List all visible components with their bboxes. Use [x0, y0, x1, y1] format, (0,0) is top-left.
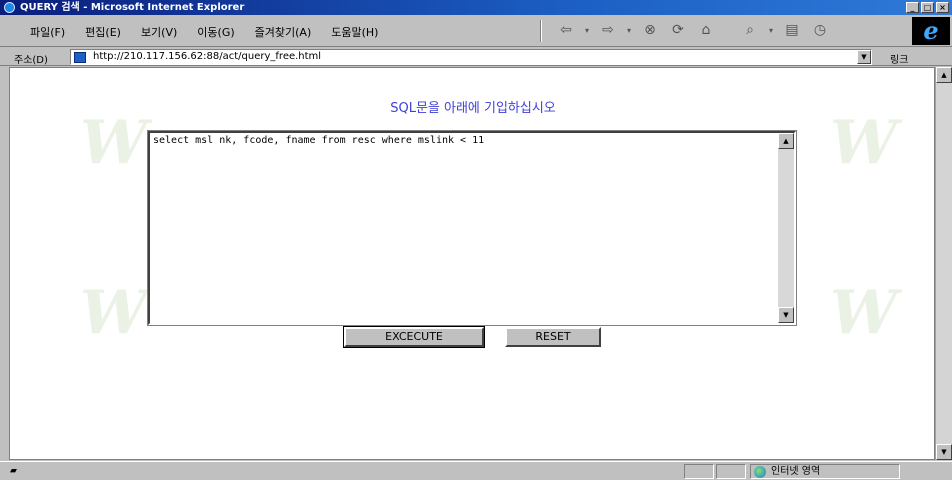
- address-dropdown-icon[interactable]: ▼: [857, 50, 871, 64]
- search-dropdown-icon[interactable]: ▾: [767, 19, 775, 41]
- title-bar: QUERY 검색 - Microsoft Internet Explorer _…: [0, 0, 952, 15]
- ie-logo-icon: e: [912, 17, 950, 45]
- textarea-scrollbar[interactable]: ▲ ▼: [778, 133, 794, 323]
- scroll-up-icon[interactable]: ▲: [778, 133, 794, 149]
- status-panel: [684, 464, 714, 479]
- address-bar: 주소(D) http://210.117.156.62:88/act/query…: [0, 48, 952, 66]
- status-bar: ▰ 인터넷 영역: [0, 461, 952, 480]
- links-button[interactable]: 링크: [890, 51, 908, 66]
- sql-query-text[interactable]: select msl nk, fcode, fname from resc wh…: [153, 135, 484, 146]
- search-icon[interactable]: ⌕: [739, 19, 761, 41]
- minimize-button[interactable]: _: [906, 2, 919, 13]
- watermark-graphic: W: [830, 108, 898, 178]
- stop-icon[interactable]: ⊗: [639, 19, 661, 41]
- refresh-icon[interactable]: ⟳: [667, 19, 689, 41]
- address-input[interactable]: http://210.117.156.62:88/act/query_free.…: [70, 49, 872, 65]
- page-loaded-icon: ▰: [10, 466, 17, 476]
- scroll-down-icon[interactable]: ▼: [936, 444, 952, 460]
- menu-items: 파일(F) 편집(E) 보기(V) 이동(G) 즐겨찾기(A) 도움말(H): [30, 24, 378, 40]
- window-scrollbar[interactable]: ▲ ▼: [935, 67, 952, 460]
- toolbar: ⇦ ▾ ⇨ ▾ ⊗ ⟳ ⌂ ⌕ ▾ ▤ ◷: [555, 19, 831, 41]
- favorites-icon[interactable]: ▤: [781, 19, 803, 41]
- forward-icon[interactable]: ⇨: [597, 19, 619, 41]
- scroll-up-icon[interactable]: ▲: [936, 67, 952, 83]
- menu-help[interactable]: 도움말(H): [331, 24, 378, 40]
- menu-bar: 파일(F) 편집(E) 보기(V) 이동(G) 즐겨찾기(A) 도움말(H) ⇦…: [0, 15, 952, 47]
- close-button[interactable]: ×: [936, 2, 949, 13]
- forward-dropdown-icon[interactable]: ▾: [625, 19, 633, 41]
- toolbar-separator: [540, 20, 542, 42]
- back-dropdown-icon[interactable]: ▾: [583, 19, 591, 41]
- window-title: QUERY 검색 - Microsoft Internet Explorer: [20, 2, 245, 13]
- history-icon[interactable]: ◷: [809, 19, 831, 41]
- scroll-down-icon[interactable]: ▼: [778, 307, 794, 323]
- menu-view[interactable]: 보기(V): [141, 24, 177, 40]
- page-content: W W W W SQL문을 아래에 기입하십시오 select msl nk, …: [9, 67, 935, 460]
- execute-button[interactable]: EXCECUTE: [343, 326, 485, 348]
- page-heading: SQL문을 아래에 기입하십시오: [390, 101, 556, 116]
- menu-file[interactable]: 파일(F): [30, 24, 65, 40]
- address-url[interactable]: http://210.117.156.62:88/act/query_free.…: [93, 51, 321, 62]
- ie-window-icon[interactable]: [4, 2, 15, 13]
- menu-go[interactable]: 이동(G): [197, 24, 234, 40]
- sql-query-textarea[interactable]: select msl nk, fcode, fname from resc wh…: [147, 130, 797, 326]
- maximize-button[interactable]: □: [921, 2, 934, 13]
- zone-label: 인터넷 영역: [771, 466, 821, 477]
- security-zone: 인터넷 영역: [750, 464, 900, 479]
- menu-favorites[interactable]: 즐겨찾기(A): [255, 24, 312, 40]
- watermark-graphic: W: [80, 278, 148, 348]
- watermark-graphic: W: [830, 278, 898, 348]
- page-icon: [74, 52, 86, 63]
- watermark-graphic: W: [80, 108, 148, 178]
- home-icon[interactable]: ⌂: [695, 19, 717, 41]
- back-icon[interactable]: ⇦: [555, 19, 577, 41]
- status-panel: [716, 464, 746, 479]
- window-controls: _ □ ×: [906, 2, 949, 13]
- reset-button[interactable]: RESET: [505, 327, 601, 347]
- menu-edit[interactable]: 편집(E): [85, 24, 121, 40]
- address-label: 주소(D): [14, 55, 48, 66]
- internet-globe-icon: [754, 466, 766, 478]
